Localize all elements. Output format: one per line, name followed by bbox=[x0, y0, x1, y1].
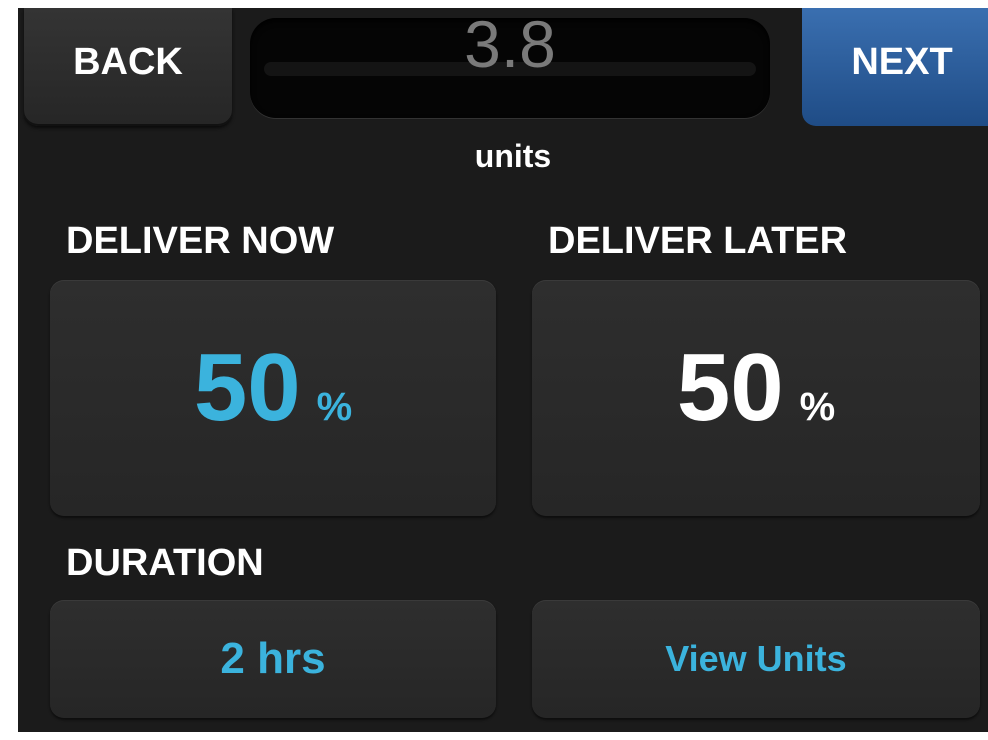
duration-label: DURATION bbox=[66, 542, 264, 584]
dose-units-label: units bbox=[474, 138, 552, 174]
view-units-button[interactable]: View Units bbox=[532, 600, 980, 718]
bolus-split-screen: BACK 3.8 NEXT units DELIVER NOW DELIVER … bbox=[18, 8, 988, 732]
deliver-later-value: 50 bbox=[676, 334, 784, 441]
dose-display: 3.8 bbox=[250, 18, 770, 118]
deliver-now-value: 50 bbox=[193, 334, 301, 441]
deliver-now-label: DELIVER NOW bbox=[66, 220, 335, 262]
deliver-later-percent: % bbox=[799, 385, 836, 429]
duration-value: 2 hrs bbox=[220, 634, 326, 683]
next-button-label: NEXT bbox=[851, 40, 953, 83]
next-button[interactable]: NEXT bbox=[802, 8, 988, 126]
deliver-later-card[interactable]: 50 % bbox=[532, 280, 980, 516]
view-units-label: View Units bbox=[665, 638, 847, 679]
duration-button[interactable]: 2 hrs bbox=[50, 600, 496, 718]
deliver-now-percent: % bbox=[316, 385, 353, 429]
back-button[interactable]: BACK bbox=[24, 8, 232, 126]
dose-value: 3.8 bbox=[464, 18, 556, 81]
deliver-now-card[interactable]: 50 % bbox=[50, 280, 496, 516]
back-button-label: BACK bbox=[73, 40, 183, 83]
deliver-later-label: DELIVER LATER bbox=[548, 220, 848, 262]
